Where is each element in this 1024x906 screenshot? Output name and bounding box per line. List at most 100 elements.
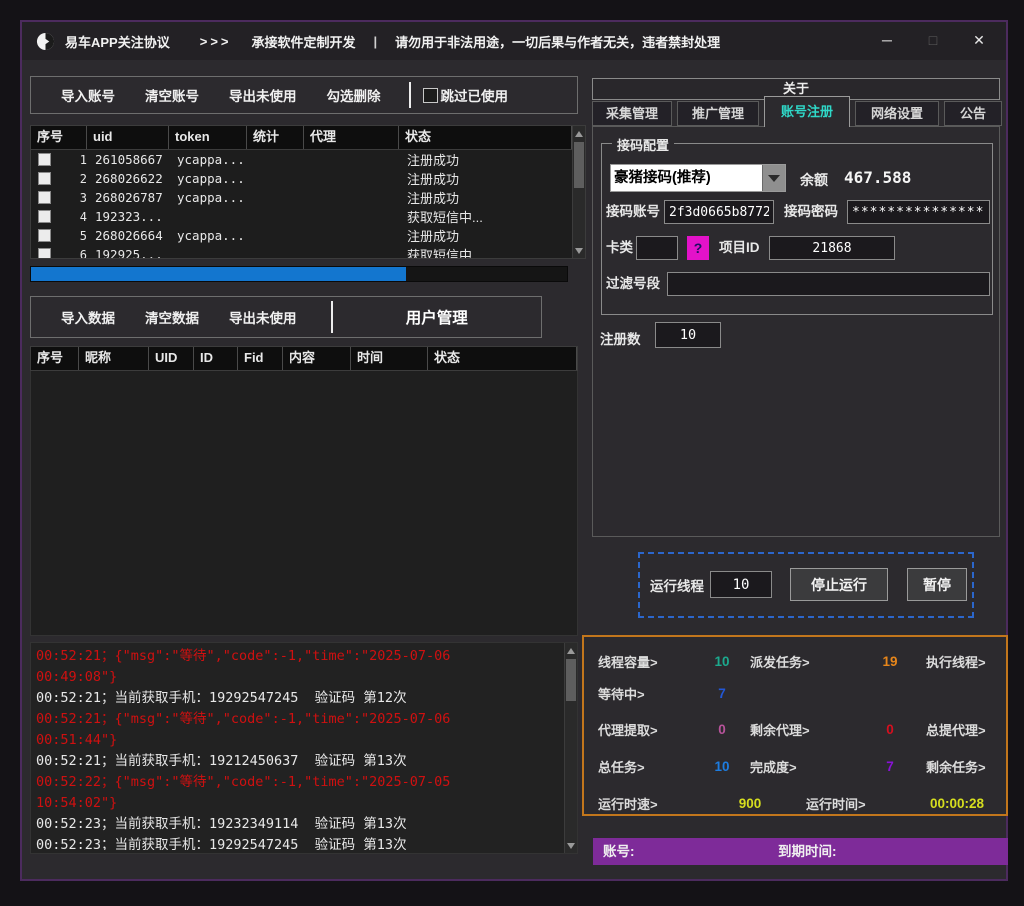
stat-label: 剩余代理> [750, 720, 854, 739]
progress-bar-fill [31, 267, 406, 281]
scroll-down-icon[interactable] [573, 244, 585, 257]
log-line: 00:52:21；当前获取手机：19212450637 验证码 第13次 [36, 751, 561, 772]
license-expire-label: 到期时间: [778, 838, 837, 865]
stats-panel: 线程容量>10派发任务>19执行线程>3等待中>7代理提取>0剩余代理>0总提代… [582, 635, 1008, 816]
log-lines: 00:52:21；{"msg":"等待","code":-1,"time":"2… [36, 646, 561, 850]
account-table-body: 1261058667ycappa...注册成功2268026622ycappa.… [31, 150, 585, 259]
pause-button[interactable]: 暂停 [907, 568, 967, 601]
data-column-header-3: ID [194, 347, 238, 370]
project-id-input[interactable] [769, 236, 895, 260]
sms-password-input[interactable] [847, 200, 990, 224]
stop-run-button[interactable]: 停止运行 [790, 568, 888, 601]
clear-accounts-button[interactable]: 清空账号 [145, 85, 199, 105]
checkbox-icon[interactable] [38, 172, 51, 185]
account-toolbar-buttons: 导入账号 清空账号 导出未使用 勾选删除 [31, 85, 381, 105]
cell-token: ycappa... [171, 190, 249, 205]
app-window: 易车APP关注协议 >>> 承接软件定制开发 | 请勿用于非法用途，一切后果与作… [20, 20, 1008, 881]
scroll-up-icon[interactable] [565, 644, 577, 657]
log-line: 10:54:02"} [36, 793, 561, 814]
stat-label: 线程容量> [598, 652, 694, 671]
maximize-button[interactable]: □ [922, 27, 944, 53]
account-table-header: 序号uidtoken统计代理状态 [31, 126, 585, 150]
account-column-header-5: 状态 [399, 126, 572, 149]
app-title: 易车APP关注协议 [65, 32, 170, 51]
row-checkbox-cell [31, 191, 57, 204]
card-type-input[interactable] [636, 236, 678, 260]
checkbox-icon[interactable] [38, 210, 51, 223]
cell-status: 获取短信中... [401, 245, 483, 259]
skip-used-checkbox[interactable] [423, 88, 438, 103]
checkbox-icon[interactable] [38, 229, 51, 242]
checkbox-icon[interactable] [38, 191, 51, 204]
stat-label: 剩余任务> [926, 757, 1024, 776]
checkbox-icon[interactable] [38, 153, 51, 166]
scroll-thumb[interactable] [574, 142, 584, 188]
title-dev-text: 承接软件定制开发 [252, 32, 356, 51]
table-row[interactable]: 2268026622ycappa...注册成功 [31, 169, 585, 188]
scroll-up-icon[interactable] [573, 127, 585, 140]
scroll-thumb[interactable] [566, 659, 576, 701]
stats-row: 运行时速>900运行时间>00:00:28 [598, 792, 998, 814]
clear-data-button[interactable]: 清空数据 [145, 307, 199, 327]
log-line: 00:52:22；{"msg":"等待","code":-1,"time":"2… [36, 772, 561, 793]
filter-input[interactable] [667, 272, 990, 296]
scroll-down-icon[interactable] [565, 839, 577, 852]
data-column-header-2: UID [149, 347, 194, 370]
table-row[interactable]: 6192925...获取短信中... [31, 245, 585, 259]
account-column-header-2: token [169, 126, 247, 149]
tab-announce[interactable]: 公告 [944, 101, 1002, 126]
title-bar: 易车APP关注协议 >>> 承接软件定制开发 | 请勿用于非法用途，一切后果与作… [22, 22, 1006, 60]
thread-count-input[interactable] [710, 571, 772, 598]
minimize-button[interactable]: ─ [876, 27, 898, 53]
row-checkbox-cell [31, 248, 57, 259]
stat-value: 10 [694, 759, 750, 774]
account-table-scrollbar[interactable] [572, 126, 585, 258]
cell-seq: 6 [57, 248, 89, 260]
cell-status: 注册成功 [401, 226, 459, 245]
card-type-label: 卡类 [606, 236, 633, 260]
cell-uid: 268026622 [89, 171, 171, 186]
import-accounts-button[interactable]: 导入账号 [61, 85, 115, 105]
cell-token: ycappa... [171, 171, 249, 186]
cell-seq: 4 [57, 210, 89, 224]
stat-value: 00:00:28 [916, 796, 998, 811]
checkbox-icon[interactable] [38, 248, 51, 259]
stat-label: 总提代理> [926, 720, 1024, 739]
tab-collect[interactable]: 采集管理 [592, 101, 672, 126]
account-column-header-4: 代理 [304, 126, 399, 149]
cell-token: ycappa... [171, 228, 249, 243]
title-arrows: >>> [200, 34, 232, 49]
table-row[interactable]: 1261058667ycappa...注册成功 [31, 150, 585, 169]
data-column-header-5: 内容 [283, 347, 351, 370]
table-row[interactable]: 5268026664ycappa...注册成功 [31, 226, 585, 245]
table-row[interactable]: 3268026787ycappa...注册成功 [31, 188, 585, 207]
tab-register[interactable]: 账号注册 [764, 96, 850, 127]
sms-account-input[interactable] [664, 200, 774, 224]
export-unused-button[interactable]: 导出未使用 [229, 85, 297, 105]
log-scrollbar[interactable] [564, 643, 577, 853]
row-checkbox-cell [31, 153, 57, 166]
chevron-down-icon[interactable] [762, 165, 785, 191]
tab-promote[interactable]: 推广管理 [677, 101, 759, 126]
sms-password-label: 接码密码 [784, 200, 838, 224]
user-management-button[interactable]: 用户管理 [333, 306, 542, 328]
row-checkbox-cell [31, 229, 57, 242]
help-button[interactable]: ? [687, 236, 709, 260]
delete-checked-button[interactable]: 勾选删除 [327, 85, 381, 105]
log-line: 00:52:21；当前获取手机：19292547245 验证码 第12次 [36, 688, 561, 709]
cell-uid: 268026664 [89, 228, 171, 243]
close-button[interactable]: ✕ [968, 27, 990, 53]
skip-used-option[interactable]: 跳过已使用 [423, 85, 509, 105]
export-unused-data-button[interactable]: 导出未使用 [229, 307, 297, 327]
data-column-header-7: 状态 [428, 347, 577, 370]
provider-select[interactable]: 豪猪接码(推荐) [610, 164, 786, 192]
stat-label: 总任务> [598, 757, 694, 776]
import-data-button[interactable]: 导入数据 [61, 307, 115, 327]
table-row[interactable]: 4192323...获取短信中... [31, 207, 585, 226]
cell-seq: 1 [57, 153, 89, 167]
sms-config-group: 接码配置 豪猪接码(推荐) 余额 467.588 接码账号 接码密码 卡类 ? … [601, 143, 993, 315]
tab-network[interactable]: 网络设置 [855, 101, 939, 126]
project-id-label: 项目ID [719, 236, 760, 260]
account-column-header-1: uid [87, 126, 169, 149]
title-warning-text: 请勿用于非法用途，一切后果与作者无关，违者禁封处理 [395, 32, 720, 51]
